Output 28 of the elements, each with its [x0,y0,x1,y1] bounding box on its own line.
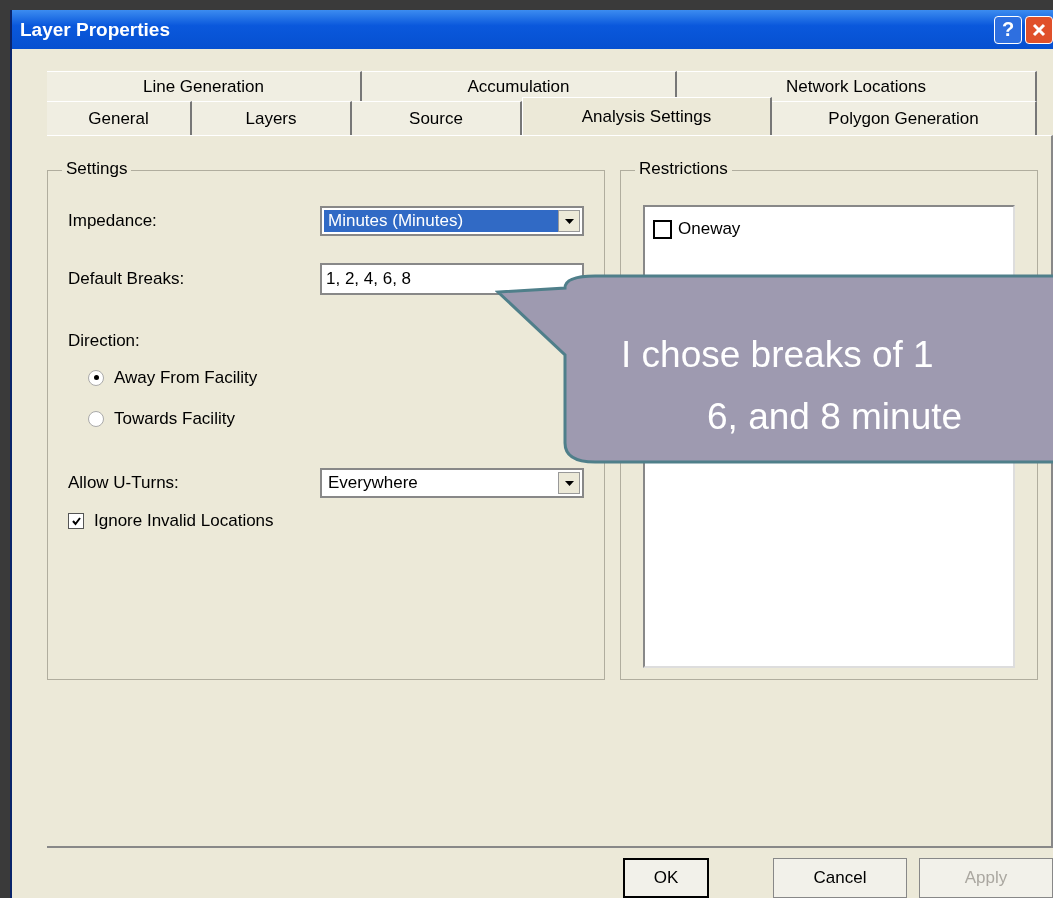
list-item-label: Oneway [678,219,741,239]
tab[interactable]: Source [352,101,522,135]
impedance-dropdown[interactable]: Minutes (Minutes) [320,206,584,236]
radio-label: Away From Facility [114,367,258,388]
breaks-input-field[interactable]: 1, 2, 4, 6, 8 [320,263,584,295]
tab[interactable]: Layers [192,101,352,135]
callout-text: I chose breaks of 1 [621,336,934,373]
tab[interactable]: Accumulation [362,71,677,101]
dialog-button[interactable]: OK [623,858,709,898]
callout-text: 6, and 8 minute [707,398,963,435]
field-label: Impedance: [68,211,158,231]
help-button[interactable]: ? [994,15,1022,44]
tab[interactable]: Polygon Generation [772,101,1037,135]
field-label: Allow U-Turns: [68,473,180,493]
u-turns-dropdown[interactable]: Everywhere [320,468,584,498]
checkbox-label: Ignore Invalid Locations [94,511,274,531]
field-label: Default Breaks: [68,269,186,289]
tab[interactable]: General [47,101,192,135]
window-title: Layer Properties [20,18,170,41]
dropdown-value: Everywhere [327,472,419,494]
tab[interactable]: Line Generation [47,71,362,101]
group-title: Settings [62,159,132,179]
tab[interactable]: Network Locations [677,71,1037,101]
tab[interactable]: Analysis Settings [522,97,772,135]
dropdown-value: Minutes (Minutes) [324,210,558,232]
dialog-button[interactable]: Cancel [773,858,907,898]
radio-label: Towards Facility [114,408,235,429]
field-label: Direction: [68,331,141,351]
